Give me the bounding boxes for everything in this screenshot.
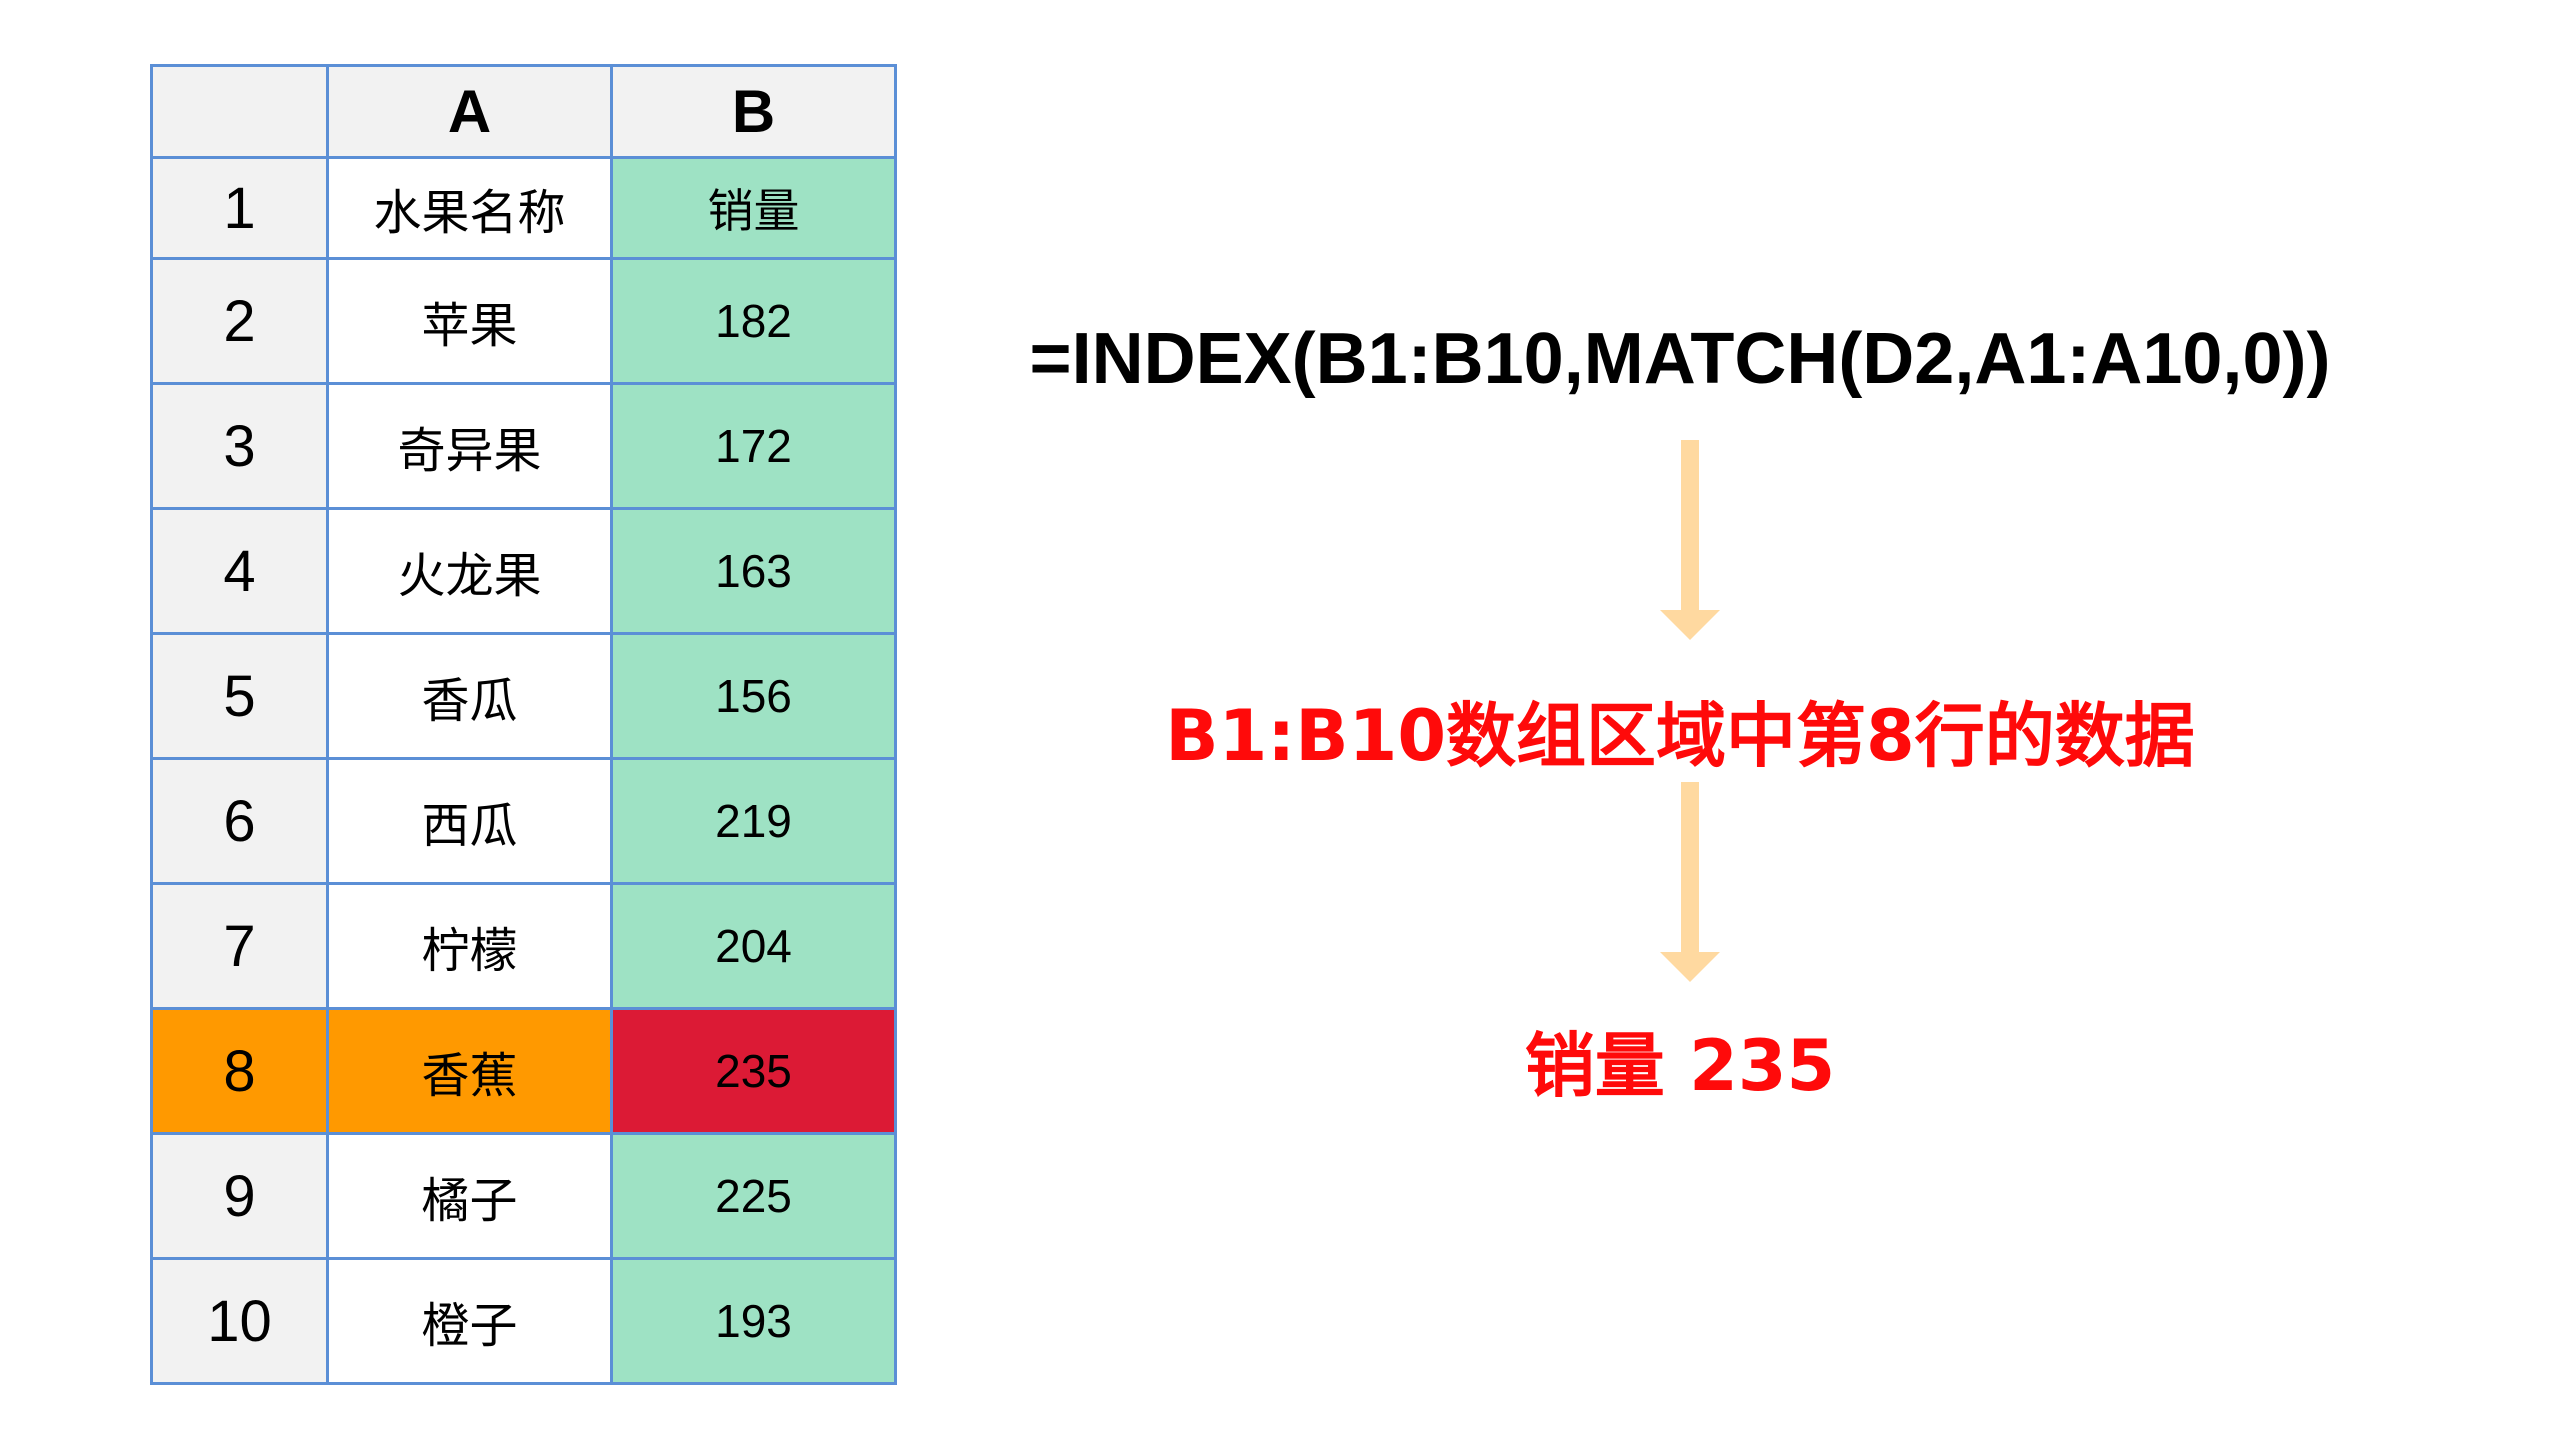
cell-a10[interactable]: 橙子 [326,1257,613,1385]
row-number-cell[interactable]: 3 [150,382,329,510]
row-number-cell[interactable]: 7 [150,882,329,1010]
cell-b3[interactable]: 172 [610,382,897,510]
row-number-cell[interactable]: 6 [150,757,329,885]
row-number-cell[interactable]: 1 [150,156,329,260]
cell-a6[interactable]: 西瓜 [326,757,613,885]
table-row: 4 火龙果 163 [150,507,897,635]
corner-cell[interactable] [150,64,329,159]
cell-b2[interactable]: 182 [610,257,897,385]
row-number-cell[interactable]: 9 [150,1132,329,1260]
cell-a5[interactable]: 香瓜 [326,632,613,760]
cell-b8[interactable]: 235 [610,1007,897,1135]
cell-a7[interactable]: 柠檬 [326,882,613,1010]
cell-b10[interactable]: 193 [610,1257,897,1385]
cell-a1[interactable]: 水果名称 [326,156,613,260]
row-number-cell[interactable]: 2 [150,257,329,385]
cell-a8[interactable]: 香蕉 [326,1007,613,1135]
down-arrow-icon [1660,440,1720,640]
table-row: 1 水果名称 销量 [150,156,897,260]
down-arrow-icon [1660,782,1720,982]
cell-a3[interactable]: 奇异果 [326,382,613,510]
row-number-cell[interactable]: 4 [150,507,329,635]
table-row: 7 柠檬 204 [150,882,897,1010]
column-header-row: A B [150,64,897,159]
cell-b1[interactable]: 销量 [610,156,897,260]
cell-b4[interactable]: 163 [610,507,897,635]
row-number-cell[interactable]: 10 [150,1257,329,1385]
cell-b5[interactable]: 156 [610,632,897,760]
result-text: 销量 235 [1524,1025,1836,1107]
spreadsheet-body: 1 水果名称 销量 2 苹果 182 3 奇异果 172 4 火龙果 163 5 香瓜 156 6 西瓜 219 7… [150,156,897,1385]
diagram-canvas: A B 1 水果名称 销量 2 苹果 182 3 奇异果 172 4 火龙果 163 5 香瓜 156 6 西瓜… [0,0,2560,1440]
cell-b6[interactable]: 219 [610,757,897,885]
column-header-a[interactable]: A [326,64,613,159]
table-row: 10 橙子 193 [150,1257,897,1385]
cell-a2[interactable]: 苹果 [326,257,613,385]
row-number-cell[interactable]: 8 [150,1007,329,1135]
table-row: 2 苹果 182 [150,257,897,385]
row-number-cell[interactable]: 5 [150,632,329,760]
spreadsheet-grid: A B 1 水果名称 销量 2 苹果 182 3 奇异果 172 4 火龙果 163 5 香瓜 156 6 西瓜… [150,64,897,1385]
table-row: 5 香瓜 156 [150,632,897,760]
formula-text: =INDEX(B1:B10,MATCH(D2,A1:A10,0)) [1029,319,2331,399]
table-row: 3 奇异果 172 [150,382,897,510]
table-row: 9 橘子 225 [150,1132,897,1260]
cell-b9[interactable]: 225 [610,1132,897,1260]
cell-b7[interactable]: 204 [610,882,897,1010]
column-header-b[interactable]: B [610,64,897,159]
cell-a4[interactable]: 火龙果 [326,507,613,635]
table-row: 8 香蕉 235 [150,1007,897,1135]
table-row: 6 西瓜 219 [150,757,897,885]
cell-a9[interactable]: 橘子 [326,1132,613,1260]
description-text: B1:B10数组区域中第8行的数据 [1165,695,2195,777]
